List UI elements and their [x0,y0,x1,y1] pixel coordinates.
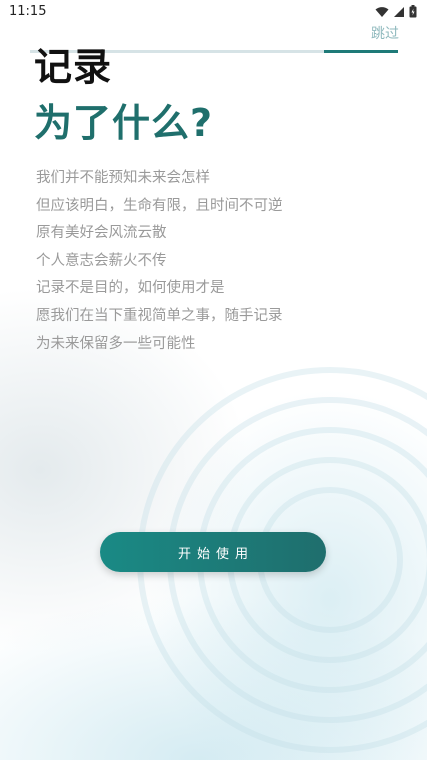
headline-line2: 为了什么? [34,101,214,145]
body-line: 我们并不能预知未来会怎样 [36,170,210,186]
wifi-icon [375,6,389,17]
body-line: 个人意志会薪火不传 [36,252,167,269]
status-icons [375,5,417,18]
signal-icon [394,6,404,17]
body-line: 原有美好会风流云散 [36,225,167,242]
body-line: 为未来保留多一些可能性 [36,335,196,352]
body-line: 但应该明白，生命有限，且时间不可逆 [36,197,283,214]
start-button-label: 开始使用 [177,546,254,562]
headline-line1: 记录 [34,45,113,89]
skip-button[interactable]: 跳过 [371,23,399,43]
status-bar: 11:15 [0,0,427,24]
battery-icon [409,5,417,18]
body-line: 记录不是目的，如何使用才是 [36,280,225,297]
body-text: 我们并不能预知未来会怎样 但应该明白，生命有限，且时间不可逆 原有美好会风流云散… [36,168,283,361]
start-button[interactable]: 开始使用 [100,532,326,572]
progress-fill [324,50,398,53]
status-time: 11:15 [9,4,47,19]
body-line: 愿我们在当下重视简单之事，随手记录 [36,307,283,324]
